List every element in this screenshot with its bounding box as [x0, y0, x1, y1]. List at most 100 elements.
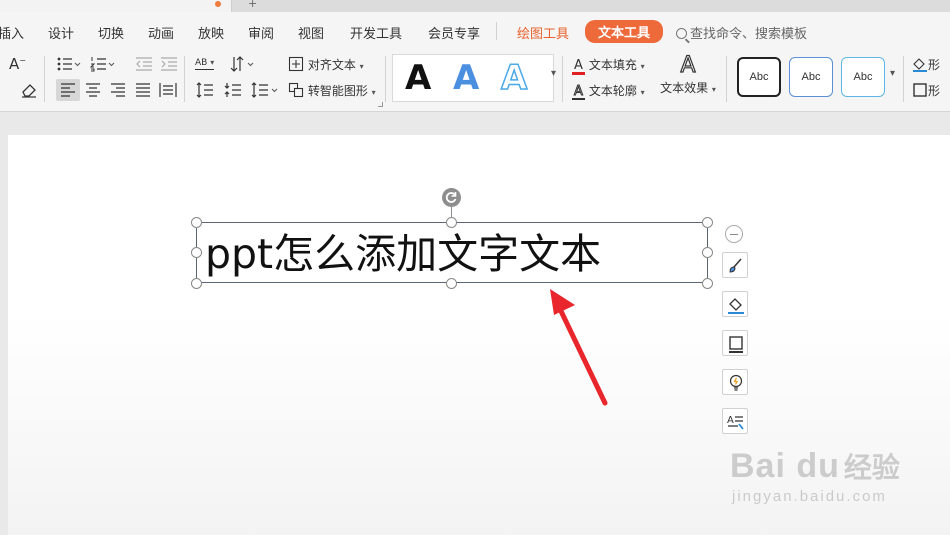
chevron-down-icon: ▾ [640, 62, 645, 71]
menu-member[interactable]: 会员专享 [428, 23, 480, 42]
chevron-down-icon: ▾ [359, 62, 364, 71]
bullets-button[interactable] [56, 56, 82, 72]
annotation-arrow-icon [550, 289, 608, 406]
clear-format-button[interactable] [20, 81, 38, 99]
collapse-toolbar-icon[interactable] [725, 225, 743, 243]
smart-art-icon [288, 82, 304, 98]
chevron-down-icon: ▾ [711, 85, 716, 94]
justify-button[interactable] [135, 82, 151, 98]
numbering-button[interactable] [90, 56, 116, 72]
distribute-icon [159, 83, 177, 97]
shape-style-3[interactable]: Abc [841, 57, 885, 97]
distribute-button[interactable] [159, 82, 177, 98]
text-style-outline[interactable]: A [500, 57, 528, 99]
title-strip: + [0, 0, 950, 12]
align-right-icon [111, 83, 125, 97]
align-text-button[interactable]: 对齐文本 ▾ [288, 56, 364, 73]
rotate-handle-icon[interactable] [442, 188, 461, 207]
align-center-icon [86, 83, 100, 97]
group-separator [385, 56, 386, 102]
text-outline-button[interactable]: A 文本轮廓 ▾ [572, 82, 645, 100]
document-tab[interactable] [0, 0, 232, 12]
smart-suggest-button[interactable] [722, 369, 748, 395]
shape-outline-button[interactable]: 形 [912, 82, 940, 99]
resize-handle-bottom-left[interactable] [191, 278, 202, 289]
align-center-button[interactable] [85, 82, 101, 98]
menu-insert[interactable]: 插入 [0, 23, 24, 42]
chevron-down-icon: ▾ [371, 88, 376, 97]
resize-handle-right[interactable] [702, 247, 713, 258]
text-direction-button[interactable]: AB ▾ [195, 57, 215, 70]
watermark-cn: 经验 [843, 451, 900, 484]
line-spacing-icon [196, 82, 213, 98]
tab-text-tools[interactable]: 文本工具 [585, 20, 664, 43]
text-fill-label: 文本填充 [588, 58, 637, 72]
watermark-logo: Bai du [730, 447, 840, 485]
baidu-watermark: Bai du 经验 jingyan.baidu.com [730, 446, 900, 505]
search-icon [676, 28, 687, 39]
quick-style-button[interactable] [722, 252, 748, 278]
menu-slideshow[interactable]: 放映 [198, 23, 224, 42]
chevron-down-icon: ▾ [640, 88, 645, 97]
group-separator [184, 56, 185, 102]
line-spacing-dropdown-icon [251, 82, 278, 98]
paint-bucket-icon [913, 58, 927, 72]
menu-separator [496, 22, 497, 40]
text-style-black[interactable]: A [405, 58, 431, 98]
resize-handle-bottom-right[interactable] [702, 278, 713, 289]
shape-fill-label-cut: 形 [928, 58, 941, 72]
text-select-icon: A [727, 415, 744, 430]
resize-handle-top-right[interactable] [702, 217, 713, 228]
text-outline-label: 文本轮廓 [588, 84, 637, 98]
text-box-content[interactable]: ppt怎么添加文字文本 [205, 229, 601, 279]
sort-arrows-icon [230, 56, 254, 72]
menu-developer[interactable]: 开发工具 [350, 23, 402, 42]
group-separator [44, 56, 45, 102]
sort-order-button[interactable] [230, 55, 256, 73]
command-search[interactable]: 查找命令、搜索模板 [676, 23, 807, 42]
resize-handle-top[interactable] [446, 217, 457, 228]
text-select-button[interactable]: A [722, 408, 748, 434]
text-fill-button[interactable]: A 文本填充 ▾ [572, 56, 645, 75]
group-separator [903, 56, 904, 102]
align-text-icon [288, 56, 304, 72]
search-placeholder: 查找命令、搜索模板 [690, 27, 808, 42]
new-tab-icon[interactable]: + [248, 0, 257, 10]
text-effect-button[interactable]: A 文本效果 ▾ [658, 52, 718, 96]
rotate-handle-stem [451, 207, 452, 217]
line-spacing-button[interactable] [251, 81, 281, 99]
text-style-gallery: A A A [392, 54, 554, 102]
shape-outline-quick-button[interactable] [722, 330, 748, 356]
tab-drawing-tools[interactable]: 绘图工具 [517, 23, 569, 42]
ribbon-toolbar: A− AB ▾ 对齐文本 ▾ 转智能图形 ▾ A A A ▾ A 文本填充 ▾ … [0, 50, 950, 112]
smart-shape-button[interactable]: 转智能图形 ▾ [288, 82, 376, 99]
selected-text-box[interactable]: ppt怎么添加文字文本 [196, 222, 708, 283]
align-left-button[interactable] [56, 79, 80, 101]
decrease-indent-button[interactable] [135, 56, 153, 72]
resize-handle-left[interactable] [191, 247, 202, 258]
menu-design[interactable]: 设计 [48, 23, 74, 42]
menu-review[interactable]: 审阅 [248, 23, 274, 42]
gallery-more-icon[interactable]: ▾ [551, 68, 556, 79]
text-direction-label: AB [195, 58, 208, 68]
shape-style-1[interactable]: Abc [737, 57, 781, 97]
decrease-font-button[interactable]: A− [9, 55, 26, 73]
shape-style-2[interactable]: Abc [789, 57, 833, 97]
paragraph-dialog-launcher[interactable] [378, 102, 383, 107]
resize-handle-bottom[interactable] [446, 278, 457, 289]
paragraph-spacing-button[interactable] [224, 81, 242, 99]
menu-transition[interactable]: 切换 [98, 23, 124, 42]
align-left-icon [61, 83, 75, 97]
line-spacing-small-button[interactable] [196, 81, 214, 99]
shape-fill-button[interactable]: 形 [912, 56, 940, 73]
menu-view[interactable]: 视图 [298, 23, 324, 42]
increase-indent-button[interactable] [160, 56, 178, 72]
svg-text:A: A [727, 415, 734, 426]
shape-style-more-icon[interactable]: ▾ [890, 68, 895, 79]
menu-animation[interactable]: 动画 [148, 23, 174, 42]
text-style-blue[interactable]: A [453, 58, 479, 98]
shape-fill-quick-button[interactable] [722, 291, 748, 317]
align-right-button[interactable] [110, 82, 126, 98]
resize-handle-top-left[interactable] [191, 217, 202, 228]
paragraph-spacing-icon [224, 83, 241, 97]
